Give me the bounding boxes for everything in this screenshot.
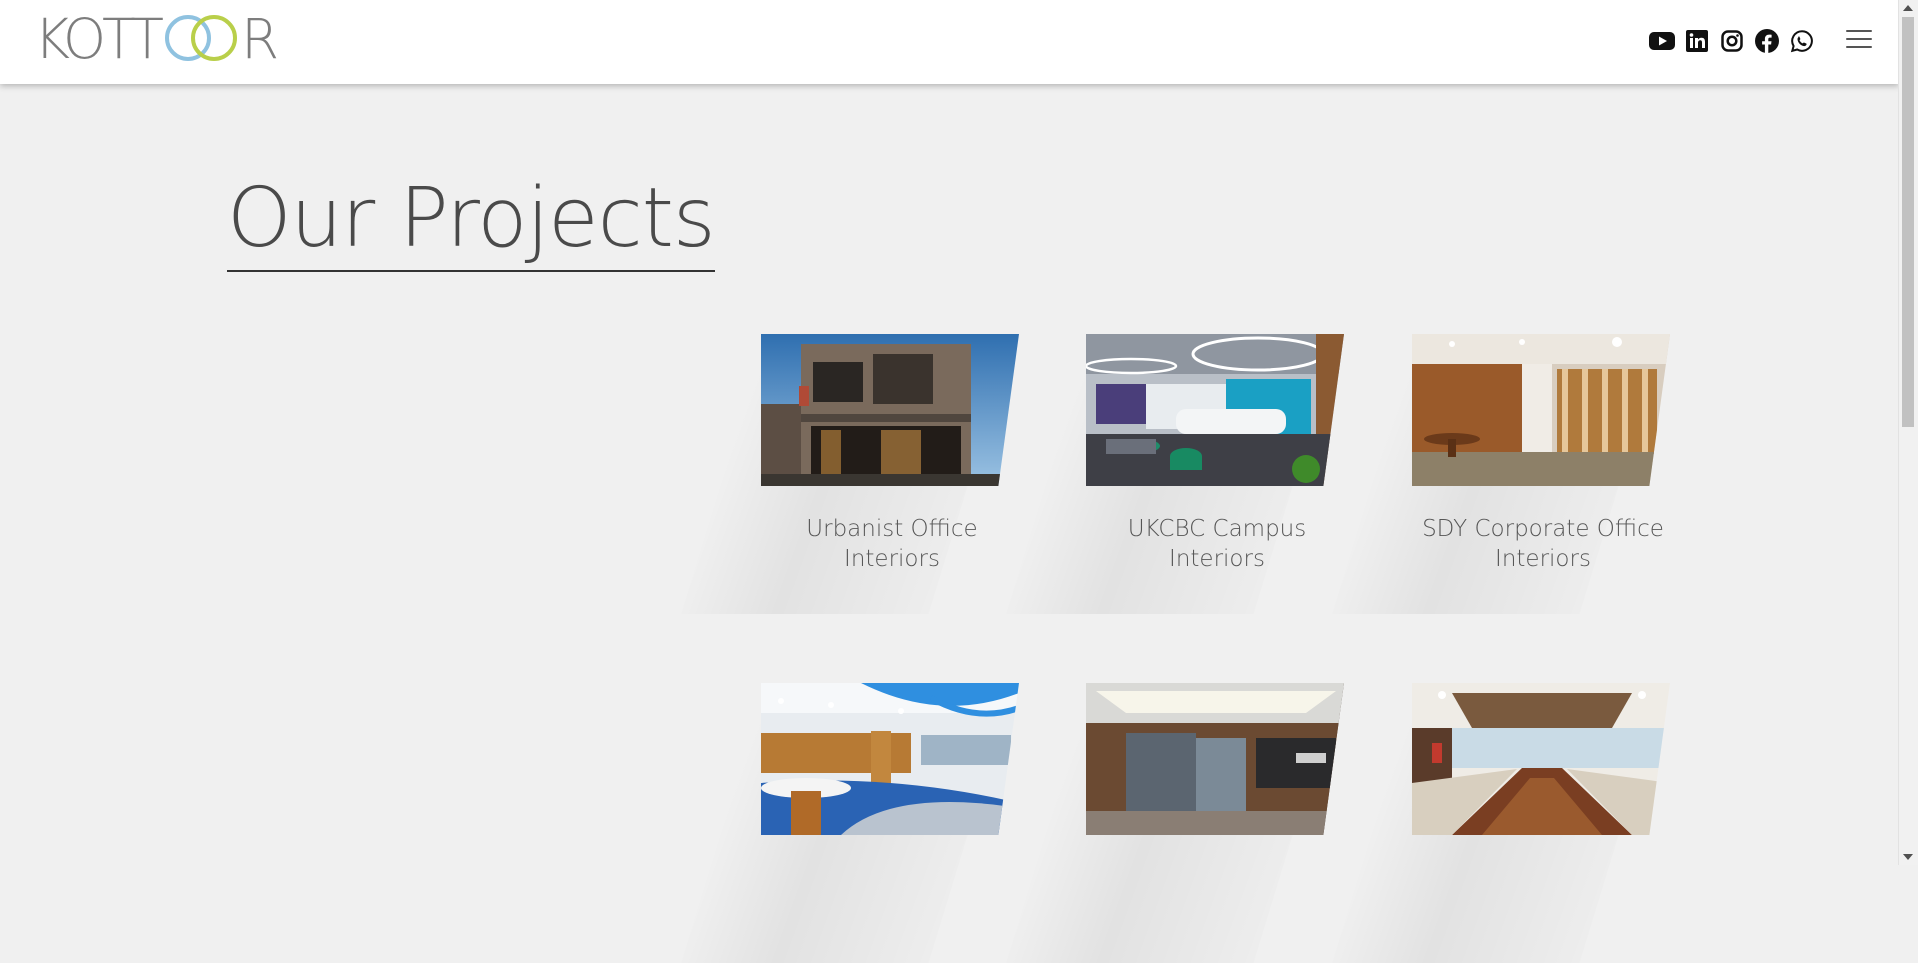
svg-text:KOTT: KOTT xyxy=(34,12,163,64)
svg-text:R: R xyxy=(241,12,279,64)
project-caption[interactable]: SDY Corporate Office Interiors xyxy=(1412,514,1674,574)
site-header: KOTT R xyxy=(0,0,1899,84)
project-image-6[interactable] xyxy=(1412,683,1670,835)
vertical-scrollbar[interactable] xyxy=(1898,0,1918,865)
linkedin-icon[interactable] xyxy=(1683,27,1711,55)
scroll-down-arrow-icon[interactable] xyxy=(1903,854,1913,860)
project-image-sdy[interactable] xyxy=(1412,334,1670,486)
kottoor-logo[interactable]: KOTT R xyxy=(34,12,284,64)
project-image-urbanist[interactable] xyxy=(761,334,1019,486)
page-title: Our Projects xyxy=(227,178,716,272)
project-card[interactable] xyxy=(1006,683,1344,963)
project-caption[interactable]: Urbanist Office Interiors xyxy=(761,514,1023,574)
scroll-thumb[interactable] xyxy=(1902,17,1914,427)
project-card[interactable] xyxy=(1332,683,1670,963)
project-card[interactable]: Urbanist Office Interiors xyxy=(681,334,1019,614)
instagram-icon[interactable] xyxy=(1718,27,1746,55)
kottoor-logo-mark: KOTT R xyxy=(34,12,279,64)
scroll-up-arrow-icon[interactable] xyxy=(1903,5,1913,11)
project-caption[interactable]: UKCBC Campus Interiors xyxy=(1086,514,1348,574)
project-card[interactable]: SDY Corporate Office Interiors xyxy=(1332,334,1670,614)
project-card[interactable] xyxy=(681,683,1019,963)
project-image-5[interactable] xyxy=(1086,683,1344,835)
social-links xyxy=(1648,27,1823,55)
project-card[interactable]: UKCBC Campus Interiors xyxy=(1006,334,1344,614)
project-image-4[interactable] xyxy=(761,683,1019,835)
youtube-icon[interactable] xyxy=(1648,27,1676,55)
facebook-icon[interactable] xyxy=(1753,27,1781,55)
hamburger-menu-icon[interactable] xyxy=(1846,30,1872,50)
project-image-ukcbc[interactable] xyxy=(1086,334,1344,486)
whatsapp-icon[interactable] xyxy=(1788,27,1816,55)
